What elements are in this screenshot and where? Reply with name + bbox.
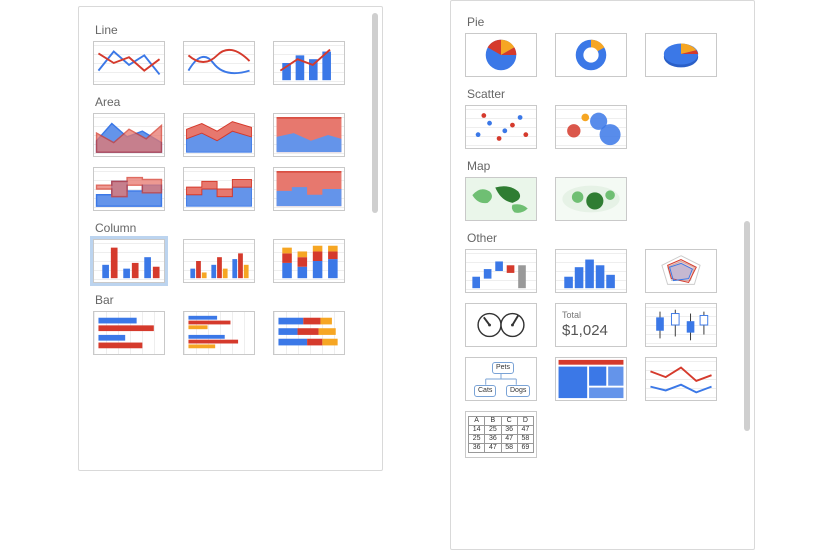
table-cell: 47 [485, 444, 501, 453]
scorecard-value: $1,024 [562, 322, 608, 339]
chart-thumb-other-table[interactable]: A B C D 14 25 36 47 25 36 47 58 [465, 411, 537, 458]
chart-thumb-other-candlestick[interactable] [645, 303, 717, 347]
chart-thumb-other-org[interactable]: Pets Cats Dogs [465, 357, 537, 401]
chart-thumb-area-step-stacked[interactable] [183, 167, 255, 211]
table-header-cell: B [485, 417, 501, 426]
thumb-row-column [93, 239, 368, 283]
thumb-row-map [465, 177, 740, 221]
chart-picker-panel-left: Line Area [78, 6, 383, 471]
table-header-cell: A [469, 417, 485, 426]
chart-thumb-scatter-bubble[interactable] [555, 105, 627, 149]
scorecard-label: Total [562, 310, 581, 320]
table-cell: 58 [501, 444, 517, 453]
chart-thumb-other-timeline[interactable] [645, 357, 717, 401]
chart-thumb-column-grouped[interactable] [183, 239, 255, 283]
table-cell: 25 [469, 435, 485, 444]
chart-picker-panel-right: Pie Scatter Map [450, 0, 755, 550]
chart-thumb-other-histogram[interactable] [555, 249, 627, 293]
thumb-row-other-3: Pets Cats Dogs [465, 357, 740, 401]
table-cell: 58 [517, 435, 533, 444]
chart-thumb-pie-basic[interactable] [465, 33, 537, 77]
thumb-row-bar [93, 311, 368, 355]
table-cell: 36 [469, 444, 485, 453]
chart-thumb-column-basic[interactable] [93, 239, 165, 283]
chart-thumb-pie-3d[interactable] [645, 33, 717, 77]
chart-thumb-other-treemap[interactable] [555, 357, 627, 401]
chart-thumb-other-scorecard[interactable]: Total $1,024 [555, 303, 627, 347]
table-header-cell: D [517, 417, 533, 426]
section-label-column: Column [95, 221, 368, 235]
section-label-line: Line [95, 23, 368, 37]
chart-thumb-map-geo[interactable] [465, 177, 537, 221]
chart-thumb-line-combo[interactable] [273, 41, 345, 85]
table-cell: 47 [517, 426, 533, 435]
chart-thumb-line-basic[interactable] [93, 41, 165, 85]
chart-thumb-other-gauge[interactable] [465, 303, 537, 347]
section-label-bar: Bar [95, 293, 368, 307]
chart-thumb-pie-donut[interactable] [555, 33, 627, 77]
table-thumb-grid: A B C D 14 25 36 47 25 36 47 58 [468, 416, 534, 453]
org-node-left: Cats [474, 385, 496, 397]
thumb-row-other-2: Total $1,024 [465, 303, 740, 347]
chart-thumb-other-radar[interactable] [645, 249, 717, 293]
table-cell: 36 [485, 435, 501, 444]
chart-thumb-bar-grouped[interactable] [183, 311, 255, 355]
section-label-map: Map [467, 159, 740, 173]
table-cell: 47 [501, 435, 517, 444]
scrollbar[interactable] [744, 221, 750, 431]
table-cell: 14 [469, 426, 485, 435]
section-label-pie: Pie [467, 15, 740, 29]
org-node-top: Pets [492, 362, 514, 374]
chart-thumb-scatter-basic[interactable] [465, 105, 537, 149]
table-header-cell: C [501, 417, 517, 426]
section-label-other: Other [467, 231, 740, 245]
chart-thumb-line-smooth[interactable] [183, 41, 255, 85]
chart-thumb-map-markers[interactable] [555, 177, 627, 221]
table-cell: 69 [517, 444, 533, 453]
thumb-row-line [93, 41, 368, 85]
chart-thumb-area-stacked[interactable] [183, 113, 255, 157]
table-cell: 36 [501, 426, 517, 435]
thumb-row-other-4: A B C D 14 25 36 47 25 36 47 58 [465, 411, 740, 458]
org-node-right: Dogs [506, 385, 530, 397]
thumb-row-scatter [465, 105, 740, 149]
thumb-row-other-1 [465, 249, 740, 293]
section-label-area: Area [95, 95, 368, 109]
thumb-row-area-stepped [93, 167, 368, 211]
chart-thumb-area-basic[interactable] [93, 113, 165, 157]
chart-thumb-area-full[interactable] [273, 113, 345, 157]
section-label-scatter: Scatter [467, 87, 740, 101]
chart-thumb-column-stacked[interactable] [273, 239, 345, 283]
thumb-row-pie [465, 33, 740, 77]
thumb-row-area [93, 113, 368, 157]
chart-thumb-bar-basic[interactable] [93, 311, 165, 355]
chart-thumb-other-waterfall[interactable] [465, 249, 537, 293]
chart-thumb-bar-stacked[interactable] [273, 311, 345, 355]
table-cell: 25 [485, 426, 501, 435]
chart-thumb-area-step[interactable] [93, 167, 165, 211]
scrollbar[interactable] [372, 13, 378, 213]
chart-thumb-area-step-full[interactable] [273, 167, 345, 211]
